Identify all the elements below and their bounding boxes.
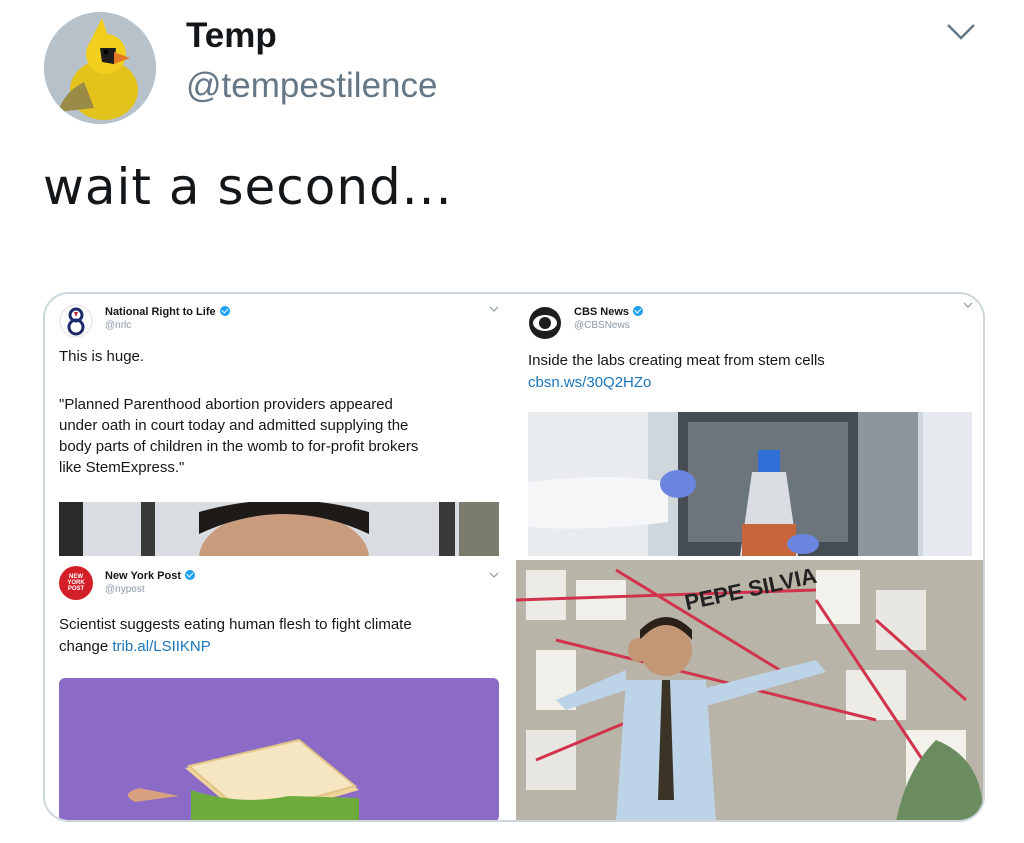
nypost-handle: @nypost: [105, 584, 145, 595]
cardinal-bird-avatar: [44, 12, 156, 124]
nypost-logo-icon: NEW YORK POST: [59, 566, 93, 600]
author-handle[interactable]: @tempestilence: [186, 66, 437, 106]
author-name[interactable]: Temp: [186, 16, 277, 56]
tweet-text: wait a second...: [43, 158, 453, 216]
nrl-quote-line-4: like StemExpress.": [59, 459, 185, 476]
verified-badge-icon: [633, 306, 644, 316]
meme-photo: PEPE SILVIA: [516, 560, 983, 820]
cbs-lab-photo: [528, 412, 972, 556]
verified-badge-icon: [185, 570, 196, 580]
embedded-tweet-nypost[interactable]: NEW YORK POST New York Post @nypost Scie…: [45, 560, 513, 820]
cbs-link[interactable]: cbsn.ws/30Q2HZo: [528, 372, 651, 393]
chevron-down-icon[interactable]: [489, 306, 499, 313]
verified-badge-icon: [219, 306, 230, 316]
nrl-quote-line-3: body parts of children in the womb to fo…: [59, 438, 419, 455]
nypost-link[interactable]: trib.al/LSIIKNP: [112, 638, 210, 655]
chevron-down-icon[interactable]: [489, 572, 499, 579]
nrl-photo: [59, 502, 499, 556]
nrl-quote-line-2: under oath in court today and admitted s…: [59, 417, 409, 434]
tweet-media-card[interactable]: National Right to Life @nrlc This is hug…: [43, 292, 985, 822]
nrl-text: This is huge.: [59, 348, 145, 365]
nypost-text-line-1: Scientist suggests eating human flesh to…: [59, 616, 412, 633]
author-avatar[interactable]: [44, 12, 156, 124]
cbs-name: CBS News: [574, 306, 644, 318]
cbs-handle: @CBSNews: [574, 320, 630, 331]
chevron-down-icon[interactable]: [963, 302, 973, 309]
nrl-handle: @nrlc: [105, 320, 132, 331]
nypost-text-line-2: change trib.al/LSIIKNP: [59, 638, 211, 655]
pepe-silvia-meme: PEPE SILVIA: [516, 560, 983, 820]
nrl-logo-icon: [59, 304, 93, 338]
cbs-text: Inside the labs creating meat from stem …: [528, 352, 825, 369]
embedded-tweet-cbs[interactable]: CBS News @CBSNews Inside the labs creati…: [516, 294, 983, 556]
embedded-tweet-nrl[interactable]: National Right to Life @nrlc This is hug…: [45, 294, 513, 556]
nypost-name: New York Post: [105, 570, 196, 582]
chevron-down-icon[interactable]: [944, 20, 978, 44]
nrl-name: National Right to Life: [105, 306, 230, 318]
nrl-quote-line-1: "Planned Parenthood abortion providers a…: [59, 396, 393, 413]
nypost-sandwich-photo: [59, 678, 499, 820]
cbs-eye-logo-icon: [529, 307, 561, 339]
